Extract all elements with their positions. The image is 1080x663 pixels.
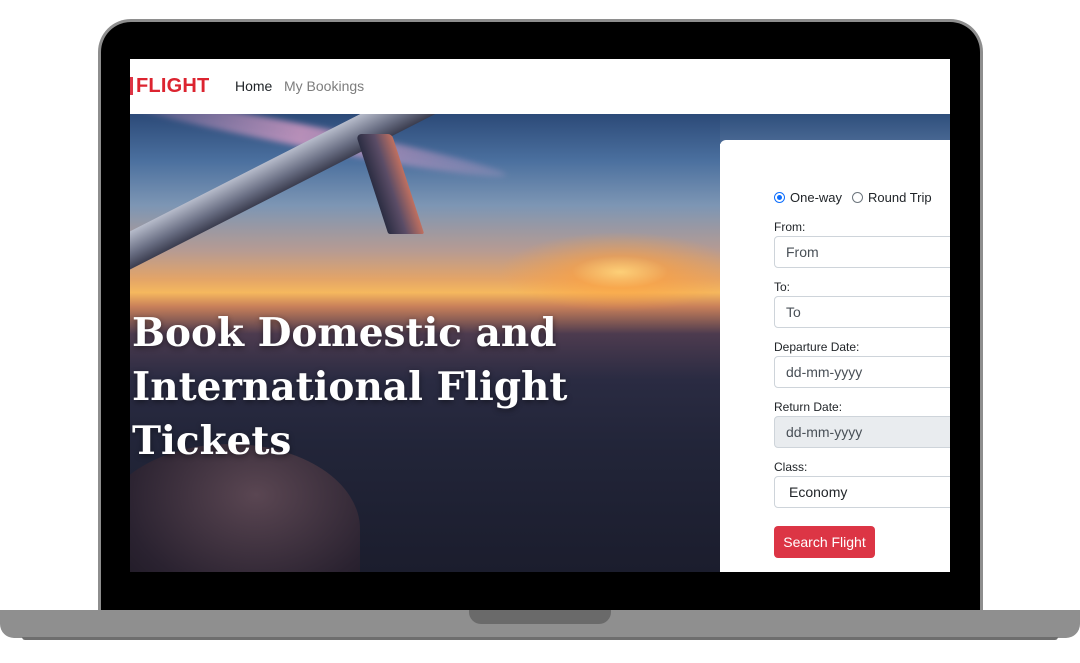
departure-date-label: Departure Date:: [774, 340, 860, 354]
navbar: FLIGHT Home My Bookings: [130, 59, 950, 114]
departure-date-input[interactable]: dd-mm-yyyy: [774, 356, 950, 388]
brand-logo[interactable]: FLIGHT: [136, 75, 209, 98]
one-way-label[interactable]: One-way: [790, 190, 842, 205]
search-flight-button[interactable]: Search Flight: [774, 526, 875, 558]
hero-banner: Book Domestic and International Flight T…: [130, 114, 720, 572]
laptop-base-shadow: [22, 637, 1058, 640]
hero-title: Book Domestic and International Flight T…: [132, 310, 568, 464]
one-way-radio[interactable]: [774, 192, 785, 203]
to-input[interactable]: To: [774, 296, 950, 328]
flight-search-card: One-way Round Trip From: From To: To Dep…: [720, 140, 950, 572]
from-label: From:: [774, 220, 806, 234]
to-label: To:: [774, 280, 791, 294]
round-trip-label[interactable]: Round Trip: [868, 190, 932, 205]
round-trip-radio[interactable]: [852, 192, 864, 203]
nav-link-home[interactable]: Home: [235, 78, 272, 94]
browser-screen: FLIGHT Home My Bookings Book Domestic an…: [130, 59, 950, 572]
laptop-notch: [469, 610, 611, 624]
return-date-input[interactable]: dd-mm-yyyy: [774, 416, 950, 448]
nav-link-my-bookings[interactable]: My Bookings: [284, 78, 364, 94]
class-label: Class:: [774, 460, 808, 474]
from-input[interactable]: From: [774, 236, 950, 268]
trip-type-group: One-way Round Trip: [774, 190, 942, 205]
return-date-label: Return Date:: [774, 400, 843, 414]
class-select[interactable]: Economy: [774, 476, 950, 508]
brand-accent: [130, 77, 133, 95]
